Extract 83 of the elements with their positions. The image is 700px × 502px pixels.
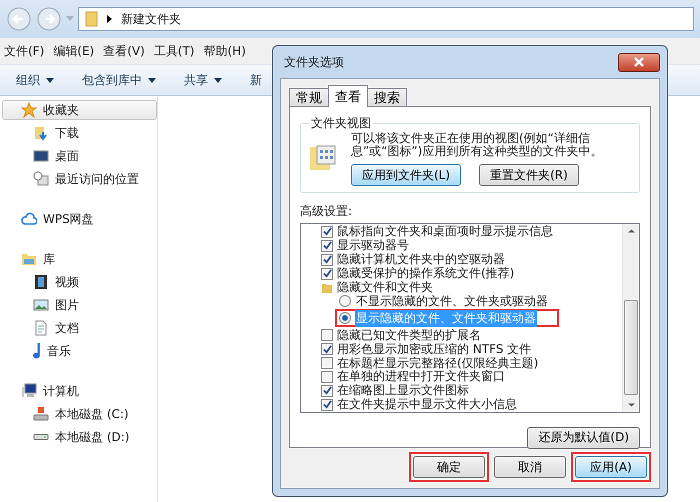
folder-icon bbox=[33, 125, 49, 141]
tab[interactable]: 搜索 bbox=[367, 88, 407, 107]
tab[interactable]: 查看 bbox=[328, 85, 368, 107]
menu-item[interactable]: 查看(V) bbox=[103, 42, 145, 60]
sidebar-item[interactable]: 音乐 bbox=[2, 341, 157, 361]
option-label: 隐藏受保护的操作系统文件(推荐) bbox=[337, 265, 514, 281]
scroll-down-icon[interactable] bbox=[628, 402, 634, 407]
computer-icon bbox=[21, 383, 37, 399]
folder-icon bbox=[321, 282, 333, 294]
option-label: 鼠标指向文件夹和桌面项时显示提示信息 bbox=[337, 223, 553, 240]
group-title: 文件夹视图 bbox=[310, 115, 372, 132]
sidebar-item[interactable]: 收藏夹 bbox=[2, 100, 157, 120]
sidebar-item[interactable]: 本地磁盘 (D:) bbox=[2, 427, 157, 447]
checkbox[interactable] bbox=[321, 329, 333, 342]
sidebar-item[interactable]: 桌面 bbox=[2, 146, 157, 166]
option-label: 在文件夹提示中显示文件大小信息 bbox=[337, 396, 517, 414]
clock-icon bbox=[33, 171, 49, 187]
description-text: 可以将该文件夹正在使用的视图(例如“详细信息”或“图标”)应用到所有这种类型的文件夹中。 bbox=[351, 132, 603, 158]
menu-item[interactable]: 文件(F) bbox=[4, 42, 44, 60]
sidebar-item[interactable]: WPS网盘 bbox=[2, 209, 157, 229]
dialog-button[interactable]: 确定 bbox=[413, 456, 485, 478]
section-label: 高级设置: bbox=[300, 203, 354, 220]
option-label: 显示驱动器号 bbox=[337, 237, 409, 253]
dialog-button[interactable]: 应用(A) bbox=[575, 456, 647, 478]
folder-icon bbox=[85, 11, 99, 27]
toolbar-button[interactable]: 组织 bbox=[16, 72, 54, 88]
option-label: 隐藏计算机文件夹中的空驱动器 bbox=[337, 251, 505, 267]
option-label: 用彩色显示加密或压缩的 NTFS 文件 bbox=[337, 341, 532, 356]
option-label: 隐藏已知文件类型的扩展名 bbox=[337, 326, 481, 343]
checkbox[interactable] bbox=[321, 268, 333, 280]
option-label: 隐藏文件和文件夹 bbox=[337, 279, 433, 295]
tab[interactable]: 常规 bbox=[289, 88, 329, 107]
checkbox[interactable] bbox=[321, 343, 333, 356]
sidebar-item[interactable]: 下载 bbox=[2, 123, 157, 143]
toolbar-button[interactable]: 新 bbox=[250, 72, 262, 88]
close-icon bbox=[633, 57, 645, 67]
menu-item[interactable]: 编辑(E) bbox=[53, 42, 94, 60]
option-label: 在缩略图上显示文件图标 bbox=[337, 382, 469, 398]
radio-button[interactable] bbox=[339, 295, 351, 308]
sidebar-item[interactable]: 最近访问的位置 bbox=[2, 169, 157, 189]
film-icon bbox=[33, 274, 49, 290]
scroll-up-icon[interactable] bbox=[628, 229, 634, 233]
folder-view-button[interactable]: 重置文件夹(R) bbox=[479, 164, 579, 186]
option-label: 不显示隐藏的文件、文件夹或驱动器 bbox=[355, 293, 549, 310]
checkbox[interactable] bbox=[321, 254, 333, 266]
radio-button[interactable] bbox=[339, 312, 351, 324]
checkbox[interactable] bbox=[321, 357, 333, 370]
toolbar-button[interactable]: 包含到库中 bbox=[82, 72, 156, 88]
menu-item[interactable]: 工具(T) bbox=[154, 42, 194, 60]
sidebar-item[interactable]: 图片 bbox=[2, 295, 157, 315]
menu-item[interactable]: 帮助(H) bbox=[204, 42, 246, 60]
star-icon bbox=[21, 102, 37, 118]
music-note-icon bbox=[33, 343, 41, 359]
checkbox[interactable] bbox=[321, 240, 333, 252]
checkbox[interactable] bbox=[321, 384, 333, 397]
sidebar-item[interactable]: 本地磁盘 (C:) bbox=[2, 404, 157, 424]
monitor-icon bbox=[33, 148, 49, 164]
checkbox[interactable] bbox=[321, 398, 333, 411]
sidebar-item[interactable]: 库 bbox=[2, 249, 157, 269]
scrollbar[interactable] bbox=[622, 224, 639, 412]
option-label: 显示隐藏的文件、文件夹和驱动器 bbox=[355, 310, 537, 327]
checkbox[interactable] bbox=[321, 370, 333, 383]
checkbox[interactable] bbox=[321, 226, 333, 238]
folder-view-button[interactable]: 应用到文件夹(L) bbox=[351, 164, 462, 186]
restore-defaults-button[interactable]: 还原为默认值(D) bbox=[527, 426, 640, 449]
sidebar-item[interactable]: 视频 bbox=[2, 272, 157, 292]
cloud-icon bbox=[21, 211, 37, 227]
sidebar-item[interactable]: 文档 bbox=[2, 318, 157, 338]
option-label: 在单独的进程中打开文件夹窗口 bbox=[337, 369, 505, 384]
folder-icon bbox=[21, 251, 37, 267]
toolbar-button[interactable]: 共享 bbox=[184, 72, 222, 88]
window-title: 文件夹选项 bbox=[284, 54, 344, 70]
close-button[interactable] bbox=[618, 52, 660, 72]
dialog-button[interactable]: 取消 bbox=[494, 456, 566, 478]
path-text: 新建文件夹 bbox=[121, 10, 181, 28]
drive-icon bbox=[33, 434, 49, 440]
picture-icon bbox=[33, 297, 49, 313]
drive-icon bbox=[33, 406, 49, 422]
sidebar-item[interactable]: 计算机 bbox=[2, 381, 157, 401]
address-bar[interactable]: 新建文件夹 bbox=[78, 7, 694, 31]
chevron-icon bbox=[107, 15, 113, 23]
option-label: 在标题栏显示完整路径(仅限经典主题) bbox=[337, 355, 538, 370]
document-icon bbox=[33, 320, 49, 336]
